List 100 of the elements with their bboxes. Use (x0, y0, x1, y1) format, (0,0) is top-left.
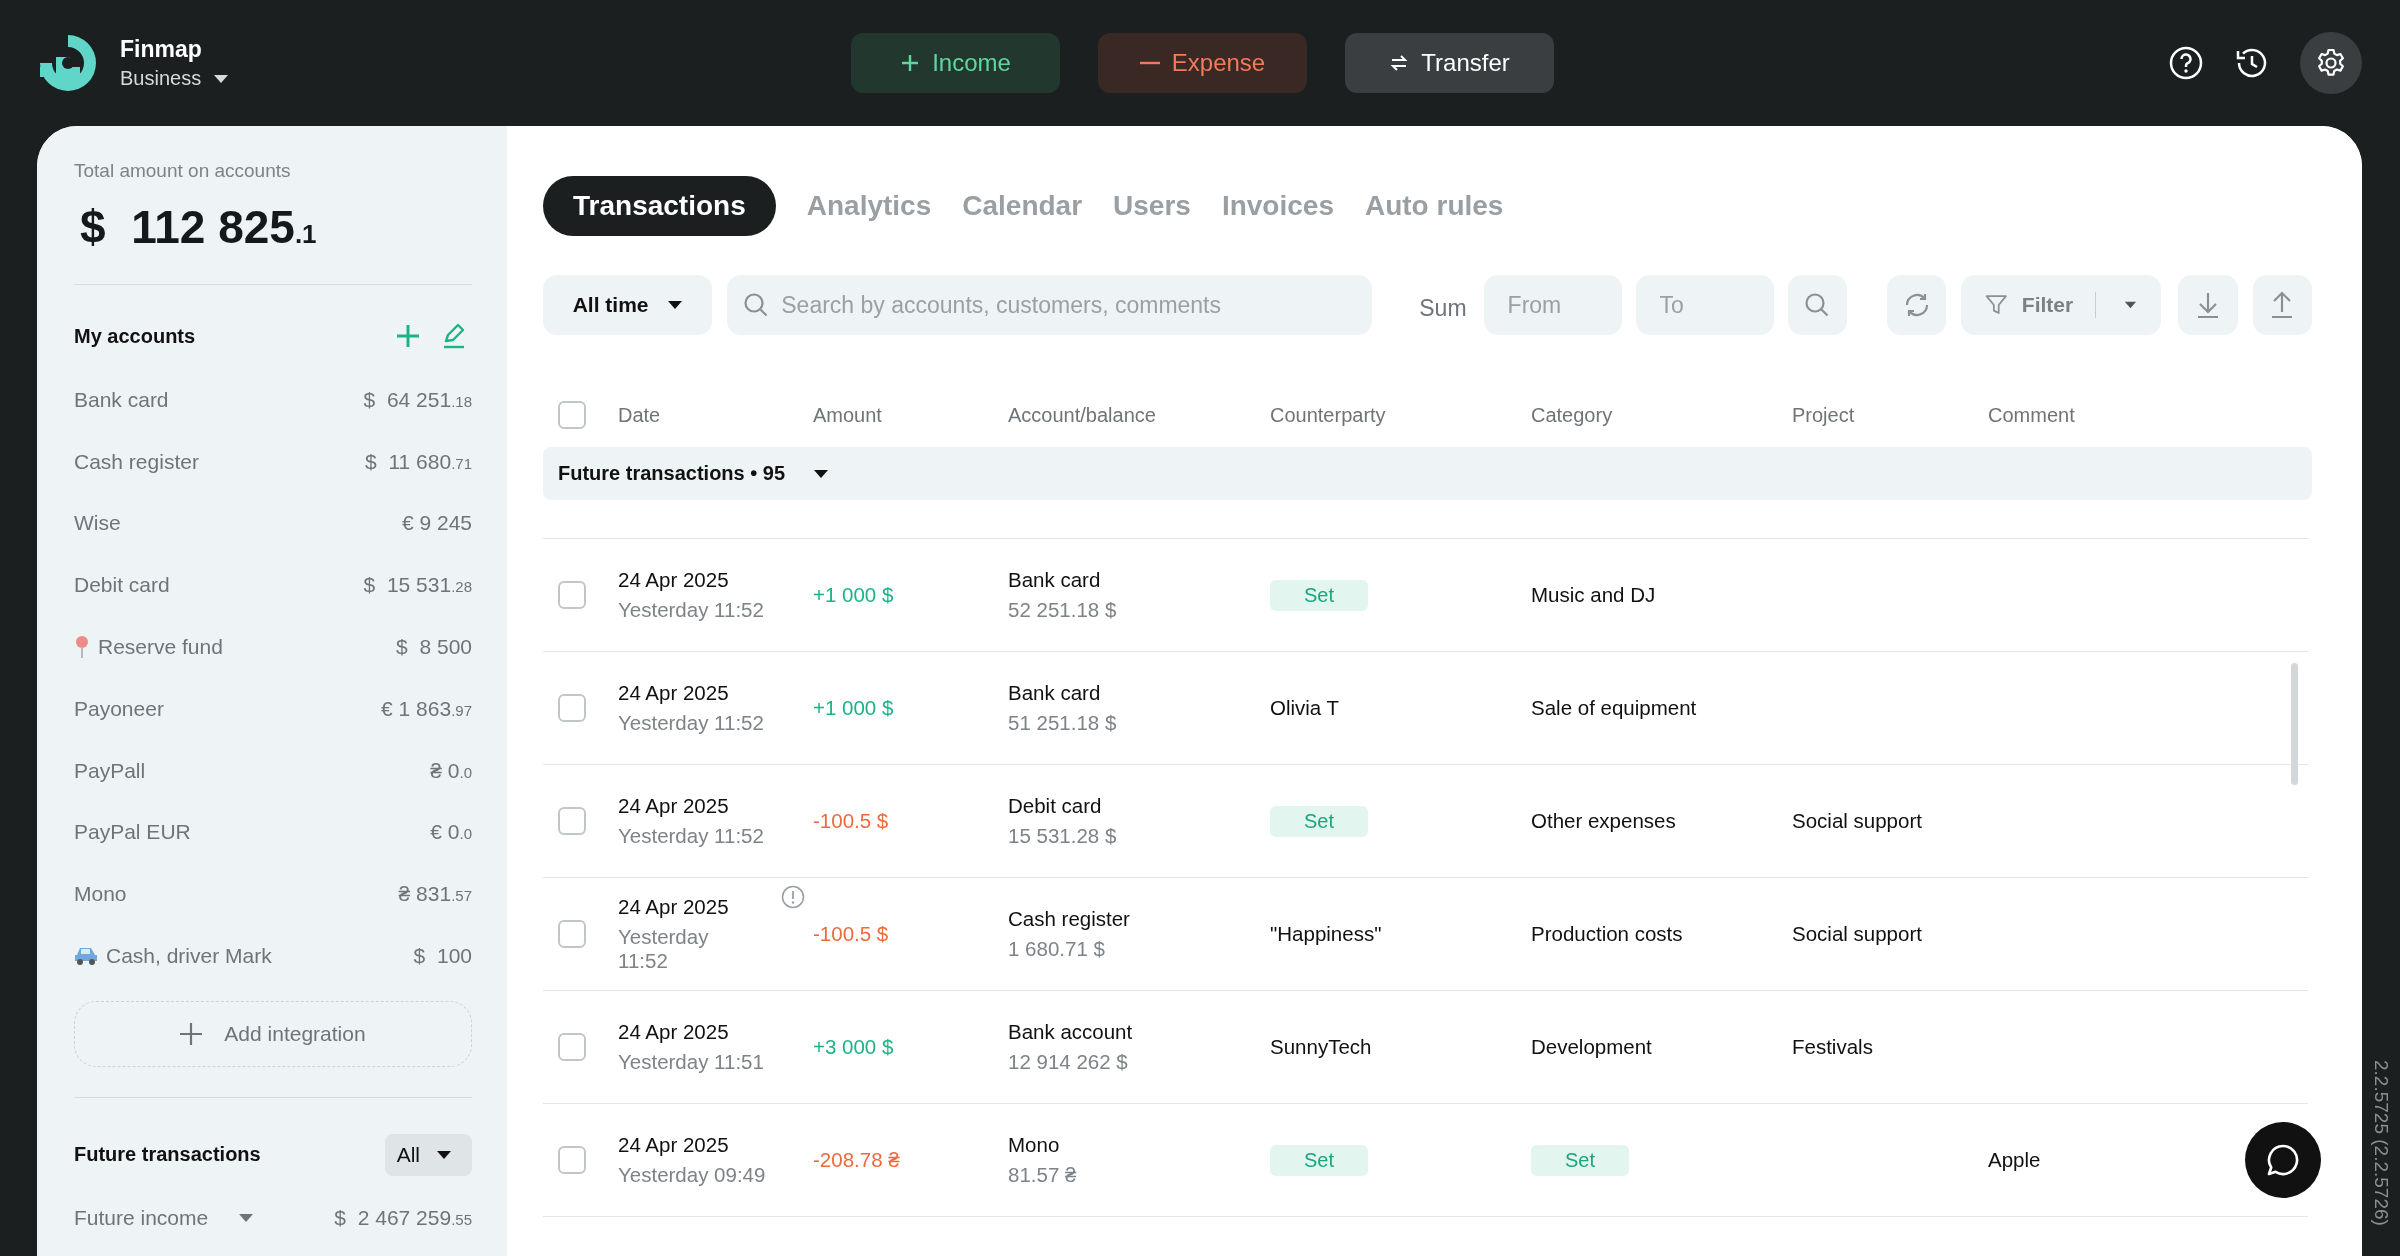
edit-accounts-button[interactable] (442, 323, 466, 349)
column-header: Date (618, 403, 661, 426)
search-button[interactable] (1787, 275, 1847, 335)
account-balance: 52 251.18 $ (1008, 598, 1118, 622)
filter-button[interactable]: Filter (1961, 275, 2162, 335)
caret-icon (666, 300, 683, 310)
from-field[interactable]: From (1483, 275, 1622, 335)
amount-text: +3 000 $ (813, 1035, 894, 1058)
caret-icon (436, 1149, 452, 1160)
column-header: Comment (1988, 403, 2075, 426)
column-header: Counterparty (1270, 403, 1386, 426)
tab[interactable]: Transactions (543, 176, 776, 236)
project-text: Festivals (1792, 1035, 1873, 1058)
upload-button[interactable] (2252, 275, 2312, 335)
account-balance: 51 251.18 $ (1008, 711, 1118, 735)
account-name: Mono (1008, 1133, 1061, 1157)
category-text: Development (1531, 1035, 1652, 1058)
filter-dropdown[interactable]: All (384, 1133, 472, 1176)
chat-icon (2266, 1143, 2300, 1177)
expense-button[interactable]: Expense (1098, 33, 1307, 93)
search-icon (1804, 292, 1831, 318)
amount-text: -208.78 ₴ (813, 1148, 900, 1171)
refresh-button[interactable] (1886, 275, 1947, 335)
counterparty-text: "Happiness" (1270, 922, 1382, 945)
account-name: Bank card (74, 387, 169, 412)
category-text: Production costs (1531, 922, 1683, 945)
amount-text: +1 000 $ (813, 583, 894, 606)
account-name: Bank card (1008, 681, 1102, 705)
scrollbar[interactable] (2291, 663, 2298, 785)
checkbox[interactable] (558, 581, 586, 609)
section-title: My accounts (74, 324, 196, 348)
tab[interactable]: Users (1113, 176, 1191, 236)
counterparty-text: Olivia T (1270, 696, 1340, 719)
account-name: Reserve fund (98, 635, 223, 660)
tab[interactable]: Calendar (962, 176, 1083, 236)
amount-text: -100.5 $ (813, 922, 889, 945)
amount-text: +1 000 $ (813, 696, 894, 719)
to-field[interactable]: To (1635, 275, 1774, 335)
caret-icon (238, 1212, 255, 1223)
minus-icon (1139, 61, 1160, 65)
time-text: Yesterday 11:51 (618, 1050, 764, 1074)
caret-icon (2124, 300, 2138, 310)
account-balance: $ 100 (413, 944, 472, 969)
comment-text: Apple (1988, 1148, 2041, 1171)
account-balance: € 0.0 (430, 820, 472, 845)
account-name: Cash register (74, 449, 199, 474)
period-dropdown[interactable]: All time (543, 275, 713, 335)
date-text: 24 Apr 2025 (618, 1133, 730, 1157)
income-button[interactable]: Income (851, 33, 1060, 93)
amount-text: -100.5 $ (813, 809, 889, 832)
account-name: Cash register (1008, 907, 1131, 931)
future-income-toggle[interactable]: Future income (74, 1205, 255, 1230)
date-text: 24 Apr 2025 (618, 681, 730, 705)
account-balance: € 9 245 (401, 511, 472, 536)
set-tag[interactable]: Set (1270, 1144, 1368, 1176)
workspace-dropdown[interactable]: Business (120, 67, 230, 90)
date-text: 24 Apr 2025 (618, 568, 730, 592)
brand-name: Finmap (120, 36, 203, 63)
sum-label: Sum (1419, 293, 1467, 322)
future-income-amount: $ 2 467 259.55 (334, 1205, 472, 1230)
time-text: Yesterday 11:52 (618, 824, 764, 848)
expand-toggle[interactable] (813, 468, 830, 479)
account-name: Wise (74, 511, 121, 536)
account-name: PayPall (74, 758, 146, 783)
download-button[interactable] (2178, 275, 2238, 335)
account-name: Mono (74, 882, 127, 907)
time-text: Yesterday 11:52 (618, 925, 710, 973)
version-text: 2.2.5725 (2.2.5726) (2370, 1060, 2392, 1226)
set-tag[interactable]: Set (1531, 1144, 1629, 1176)
checkbox[interactable] (558, 920, 586, 948)
time-text: Yesterday 11:52 (618, 711, 764, 735)
help-button[interactable] (2168, 45, 2204, 81)
plus-icon (900, 53, 921, 73)
search-icon (743, 292, 770, 318)
account-balance: 15 531.28 $ (1008, 824, 1118, 848)
set-tag[interactable]: Set (1270, 805, 1368, 837)
add-integration-button[interactable]: Add integration (74, 1000, 472, 1067)
checkbox[interactable] (558, 807, 586, 835)
checkbox[interactable] (558, 1033, 586, 1061)
car-icon (74, 946, 98, 967)
search-field[interactable]: Search by accounts, customers, comments (727, 275, 1373, 335)
checkbox[interactable] (558, 1146, 586, 1174)
date-text: 24 Apr 2025 (618, 794, 730, 818)
account-balance: ₴ 0.0 (430, 758, 472, 783)
plus-icon (180, 1022, 203, 1045)
checkbox[interactable] (558, 694, 586, 722)
category-text: Other expenses (1531, 809, 1676, 832)
checkbox[interactable] (558, 401, 586, 429)
set-tag[interactable]: Set (1270, 579, 1368, 611)
add-account-button[interactable] (396, 324, 420, 348)
account-balance: $ 8 500 (396, 635, 472, 660)
account-name: Debit card (1008, 794, 1103, 818)
tab[interactable]: Invoices (1221, 176, 1334, 236)
total-amount: $ 112 825.1 (80, 200, 318, 254)
tab[interactable]: Analytics (806, 176, 932, 236)
tab[interactable]: Auto rules (1364, 176, 1504, 236)
download-icon (2195, 291, 2220, 319)
caret-icon (813, 468, 830, 479)
caret-icon (213, 73, 230, 84)
transfer-button[interactable]: Transfer (1345, 33, 1554, 93)
